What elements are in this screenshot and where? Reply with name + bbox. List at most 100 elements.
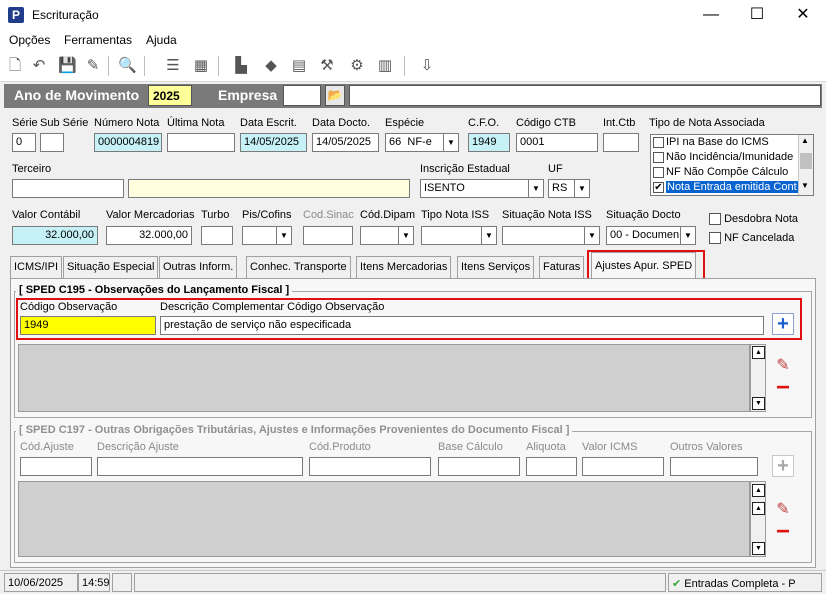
add-icon[interactable]: + <box>772 455 794 477</box>
cod-dipam-select[interactable] <box>360 226 414 245</box>
company-name-input[interactable] <box>349 85 821 106</box>
data-docto-input[interactable]: 14/05/2025 <box>312 133 379 152</box>
data-escrit-input[interactable]: 14/05/2025 <box>240 133 307 152</box>
import-icon[interactable]: ▙ <box>232 57 250 75</box>
list-item[interactable]: NF Não Compõe Cálculo <box>653 166 788 181</box>
pis-cofins-select[interactable] <box>242 226 292 245</box>
exit-icon[interactable]: ⇩ <box>418 57 436 75</box>
checkmark-icon[interactable]: ✔ <box>653 181 664 193</box>
year-input[interactable]: 2025 <box>148 85 192 106</box>
menu-opcoes[interactable]: Opções <box>9 33 50 47</box>
valor-contabil-input[interactable]: 32.000,00 <box>12 226 98 245</box>
scroll-down-icon[interactable]: ▼ <box>752 542 765 555</box>
int-ctb-input[interactable] <box>603 133 639 152</box>
desdobra-nota-checkbox[interactable]: Desdobra Nota <box>709 213 798 226</box>
codigo-ctb-input[interactable]: 0001 <box>516 133 598 152</box>
situacao-docto-select[interactable]: 00 - Documen <box>606 226 696 245</box>
chevron-down-icon[interactable] <box>276 227 291 244</box>
checkbox-icon[interactable] <box>709 213 721 226</box>
base-calculo-input[interactable] <box>438 457 520 476</box>
valor-icms-input[interactable] <box>582 457 664 476</box>
terceiro-code-input[interactable] <box>12 179 124 198</box>
valor-mercadorias-input[interactable]: 32.000,00 <box>106 226 192 245</box>
report-icon[interactable]: ▤ <box>290 57 308 75</box>
scroll-down-icon[interactable]: ▼ <box>752 397 765 410</box>
list-scrollbar[interactable]: ▲ ▼ <box>798 135 813 195</box>
nf-cancelada-checkbox[interactable]: NF Cancelada <box>709 232 794 245</box>
close-button[interactable]: ✕ <box>780 0 826 30</box>
scroll-down-icon[interactable]: ▼ <box>801 181 809 190</box>
remove-icon[interactable]: − <box>772 520 794 544</box>
chevron-down-icon[interactable] <box>574 180 589 197</box>
new-document-icon[interactable]: 🗋 <box>6 57 24 75</box>
chevron-down-icon[interactable] <box>481 227 496 244</box>
list-item[interactable]: IPI na Base do ICMS <box>653 136 769 151</box>
list-item-selected[interactable]: ✔ Nota Entrada emitida Cont <box>653 181 798 196</box>
tab-situacao-especial[interactable]: Situação Especial <box>63 256 159 278</box>
cod-produto-input[interactable] <box>309 457 431 476</box>
tipo-nota-iss-select[interactable] <box>421 226 497 245</box>
tab-itens-servicos[interactable]: Itens Serviços <box>457 256 535 278</box>
situacao-nota-iss-select[interactable] <box>502 226 600 245</box>
checkbox-icon[interactable] <box>653 136 664 148</box>
aliquota-input[interactable] <box>526 457 577 476</box>
scroll-up-icon[interactable]: ▲ <box>752 484 765 497</box>
turbo-input[interactable] <box>201 226 233 245</box>
chevron-down-icon[interactable] <box>528 180 543 197</box>
edit-icon[interactable]: ✎ <box>84 57 102 75</box>
terceiro-name-input[interactable] <box>128 179 410 198</box>
chevron-down-icon[interactable] <box>443 134 458 151</box>
numero-nota-input[interactable]: 0000004819 <box>94 133 162 152</box>
chevron-down-icon[interactable] <box>680 227 695 244</box>
cod-sinac-input[interactable] <box>303 226 353 245</box>
tab-itens-mercadorias[interactable]: Itens Mercadorias <box>356 256 452 278</box>
scroll-thumb[interactable]: ▲ <box>752 502 765 515</box>
print-preview-icon[interactable]: 🔍 <box>118 57 137 75</box>
scroll-up-icon[interactable]: ▲ <box>801 136 809 145</box>
c197-grid[interactable] <box>18 481 750 557</box>
save-icon[interactable]: 💾 <box>58 57 77 75</box>
minimize-button[interactable]: — <box>688 0 734 30</box>
tipo-nota-associada-list[interactable]: IPI na Base do ICMS Não Incidência/Imuni… <box>650 134 814 196</box>
c195-grid[interactable] <box>18 344 750 412</box>
cod-ajuste-input[interactable] <box>20 457 92 476</box>
checkmark-icon: ✔ <box>672 578 682 590</box>
layout-icon[interactable]: ▥ <box>376 57 394 75</box>
checkbox-icon[interactable] <box>653 166 664 178</box>
remove-icon[interactable]: − <box>772 376 794 400</box>
chevron-down-icon[interactable] <box>584 227 599 244</box>
ultima-nota-input[interactable] <box>167 133 235 152</box>
scroll-up-icon[interactable]: ▲ <box>752 346 765 359</box>
descricao-ajuste-input[interactable] <box>97 457 303 476</box>
inscricao-estadual-select[interactable]: ISENTO <box>420 179 544 198</box>
cfo-input[interactable]: 1949 <box>468 133 510 152</box>
tools-icon[interactable]: ⚒ <box>318 57 336 75</box>
outros-valores-input[interactable] <box>670 457 758 476</box>
tab-conhec-transporte[interactable]: Conhec. Transporte <box>246 256 351 278</box>
tab-outras-inform[interactable]: Outras Inform. <box>159 256 238 278</box>
menu-ajuda[interactable]: Ajuda <box>146 33 177 47</box>
c195-scrollbar[interactable]: ▲ ▼ <box>750 344 766 412</box>
tab-faturas[interactable]: Faturas <box>539 256 585 278</box>
list-icon[interactable]: ☰ <box>164 57 182 75</box>
transfer-icon[interactable]: ◆ <box>262 57 280 75</box>
uf-value: RS <box>552 182 568 194</box>
company-code-input[interactable] <box>283 85 321 106</box>
menu-ferramentas[interactable]: Ferramentas <box>64 33 132 47</box>
chevron-down-icon[interactable] <box>398 227 413 244</box>
list-item[interactable]: Não Incidência/Imunidade <box>653 151 793 166</box>
sub-serie-input[interactable] <box>40 133 64 152</box>
search-icon[interactable]: ⚙ <box>348 57 366 75</box>
undo-icon[interactable]: ↶ <box>30 57 48 75</box>
uf-select[interactable]: RS <box>548 179 590 198</box>
maximize-button[interactable]: ☐ <box>734 0 780 30</box>
checkbox-icon[interactable] <box>653 151 664 163</box>
serie-input[interactable]: 0 <box>12 133 36 152</box>
especie-select[interactable]: 66 NF-e <box>385 133 459 152</box>
calculator-icon[interactable]: ▦ <box>192 57 210 75</box>
scroll-thumb[interactable] <box>800 153 812 169</box>
open-folder-icon[interactable]: 📂 <box>325 85 345 106</box>
tab-icms-ipi[interactable]: ICMS/IPI <box>10 256 63 278</box>
c197-scrollbar[interactable]: ▲ ▲ ▼ <box>750 481 766 557</box>
checkbox-icon[interactable] <box>709 232 721 245</box>
